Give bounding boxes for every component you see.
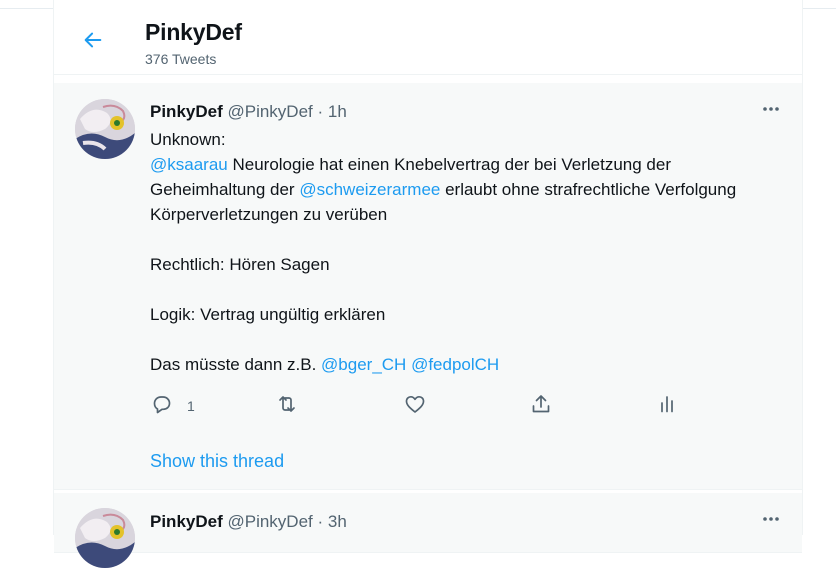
profile-header: PinkyDef 376 Tweets — [54, 9, 802, 75]
avatar[interactable] — [75, 508, 135, 568]
separator-dot: · — [317, 102, 324, 121]
share-button[interactable] — [529, 391, 553, 421]
tweet-paragraph: @ksaarau Neurologie hat einen Knebelvert… — [150, 152, 750, 227]
author-name[interactable]: PinkyDef — [150, 512, 223, 531]
tweet-text: Unknown: @ksaarau Neurologie hat einen K… — [150, 127, 750, 377]
separator-dot: · — [317, 512, 324, 531]
more-button[interactable] — [754, 94, 788, 128]
mention-link[interactable]: @schweizerarmee — [299, 180, 440, 199]
tweet-header: PinkyDef @PinkyDef · 1h — [150, 102, 347, 122]
mention-link[interactable]: @bger_CH — [321, 355, 406, 374]
author-name[interactable]: PinkyDef — [150, 102, 223, 121]
reply-button[interactable]: 1 — [150, 391, 195, 421]
reply-icon — [150, 392, 174, 421]
avatar[interactable] — [75, 99, 135, 159]
more-horizontal-icon — [761, 509, 781, 534]
heart-icon — [403, 392, 427, 421]
tweet-paragraph: Logik: Vertrag ungültig erklären — [150, 305, 386, 324]
more-button[interactable] — [754, 504, 788, 538]
back-button[interactable] — [76, 25, 110, 59]
analytics-icon — [655, 392, 679, 421]
more-horizontal-icon — [761, 99, 781, 124]
tweet-time[interactable]: 1h — [328, 102, 347, 121]
retweet-button[interactable] — [275, 391, 299, 421]
like-button[interactable] — [403, 391, 427, 421]
tweet[interactable]: PinkyDef @PinkyDef · 1h Unknown: @ksaara… — [54, 83, 802, 490]
author-handle[interactable]: @PinkyDef — [227, 512, 312, 531]
retweet-icon — [275, 392, 299, 421]
tweet-count: 376 Tweets — [145, 51, 217, 67]
show-thread-link[interactable]: Show this thread — [150, 451, 284, 472]
tweet-paragraph: Das müsste dann z.B. @bger_CH @fedpolCH — [150, 352, 750, 377]
analytics-button[interactable] — [655, 391, 679, 421]
page-title: PinkyDef — [145, 19, 242, 45]
arrow-left-icon — [82, 29, 104, 56]
reply-count: 1 — [187, 398, 195, 414]
mention-link[interactable]: @ksaarau — [150, 155, 228, 174]
share-icon — [529, 392, 553, 421]
tweet-header: PinkyDef @PinkyDef · 3h — [150, 512, 347, 532]
tweet-line: Unknown: — [150, 130, 226, 149]
tweet[interactable]: PinkyDef @PinkyDef · 3h — [54, 493, 802, 568]
timeline-column: PinkyDef 376 Tweets PinkyDef @PinkyDef ·… — [53, 0, 803, 568]
tweet-time[interactable]: 3h — [328, 512, 347, 531]
tweet-text-span: Das müsste dann z.B. — [150, 355, 322, 374]
tweet-paragraph: Rechtlich: Hören Sagen — [150, 255, 330, 274]
tweet-actions: 1 — [148, 391, 708, 421]
mention-link[interactable]: @fedpolCH — [411, 355, 499, 374]
author-handle[interactable]: @PinkyDef — [227, 102, 312, 121]
